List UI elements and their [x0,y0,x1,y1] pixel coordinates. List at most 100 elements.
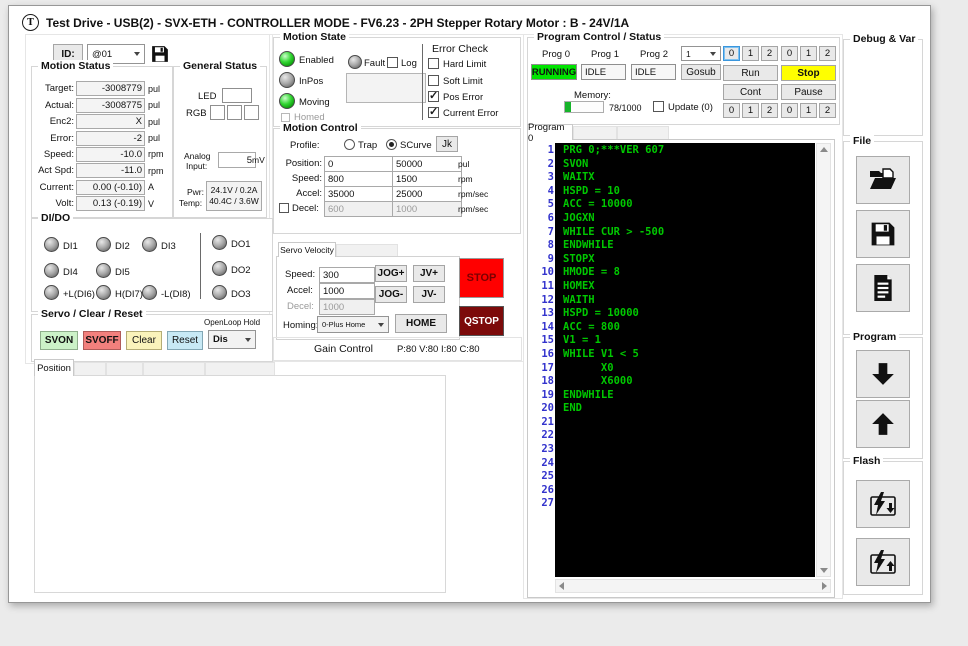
code-line[interactable]: 15V1 = 1 [529,334,817,348]
speed-field-1[interactable]: 800 [324,171,394,187]
tab-blank-1[interactable] [74,362,106,376]
svoff-button[interactable]: SVOFF [83,331,121,350]
motion-status-row-value[interactable]: 0.00 (-0.10) [76,180,145,195]
code-line[interactable]: 23 [529,443,817,457]
code-line[interactable]: 1PRG 0;***VER 607 [529,144,817,158]
accel-field-2[interactable]: 25000 [392,186,462,202]
soft-limit-checkbox[interactable] [428,75,439,86]
code-line[interactable]: 19ENDWHILE [529,389,817,403]
run-button[interactable]: Run [723,65,778,81]
file-open-button[interactable] [856,156,910,204]
pause-button[interactable]: Pause [781,84,836,100]
decel-field-2[interactable]: 1000 [392,201,462,217]
homing-select[interactable]: 0-Plus Home [317,316,389,333]
tab-program-blank-2[interactable] [617,126,669,140]
position-field-2[interactable]: 50000 [392,156,462,172]
code-line[interactable]: 17 X0 [529,362,817,376]
stop-digit-0[interactable]: 0 [781,46,798,61]
cont-digit-0[interactable]: 0 [723,103,740,118]
code-line[interactable]: 11HOMEX [529,280,817,294]
code-line[interactable]: 8ENDWHILE [529,239,817,253]
position-field-1[interactable]: 0 [324,156,394,172]
code-line[interactable]: 18 X6000 [529,375,817,389]
gosub-button[interactable]: Gosub [681,64,721,80]
code-line[interactable]: 3WAITX [529,171,817,185]
clear-button[interactable]: Clear [126,331,162,350]
homed-checkbox[interactable] [281,113,290,122]
vertical-scrollbar[interactable] [816,143,831,577]
code-line[interactable]: 24 [529,457,817,471]
pos-error-checkbox[interactable] [428,91,439,102]
program-download-button[interactable] [856,350,910,398]
do3-led[interactable] [212,285,227,300]
motion-status-row-value[interactable]: -11.0 [76,163,145,178]
cont-digit-1[interactable]: 1 [742,103,759,118]
pause-digit-1[interactable]: 1 [800,103,817,118]
motion-status-row-value[interactable]: X [76,114,145,129]
decel-checkbox[interactable] [279,203,289,213]
stop-button[interactable]: STOP [459,258,504,298]
motion-status-row-value[interactable]: -10.0 [76,147,145,162]
stop-digit-1[interactable]: 1 [800,46,817,61]
file-save-button[interactable] [856,210,910,258]
code-line[interactable]: 13HSPD = 10000 [529,307,817,321]
flash-write-button[interactable] [856,480,910,528]
qstop-button[interactable]: QSTOP [459,306,504,336]
scroll-up-icon[interactable] [820,147,828,152]
tab-program-0[interactable]: Program 0 [527,124,573,140]
update-checkbox[interactable] [653,101,664,112]
motion-status-row-value[interactable]: 0.13 (-0.19) [76,196,145,211]
motion-status-row-value[interactable]: -3008775 [76,98,145,113]
code-line[interactable]: 4HSPD = 10 [529,185,817,199]
gosub-select[interactable]: 1 [681,46,721,61]
jog-plus-button[interactable]: JOG+ [375,265,407,282]
code-line[interactable]: 22 [529,429,817,443]
jk-button[interactable]: Jk [436,136,458,152]
home-button[interactable]: HOME [395,314,447,333]
program-upload-button[interactable] [856,400,910,448]
decel-field-1[interactable]: 600 [324,201,394,217]
code-line[interactable]: 10HMODE = 8 [529,266,817,280]
code-line[interactable]: 16WHILE V1 < 5 [529,348,817,362]
code-line[interactable]: 6JOGXN [529,212,817,226]
log-checkbox[interactable] [387,57,398,68]
scroll-left-icon[interactable] [559,582,564,590]
pause-digit-2[interactable]: 2 [819,103,836,118]
code-line[interactable]: 7WHILE CUR > -500 [529,226,817,240]
sv-decel-field[interactable]: 1000 [319,299,375,315]
cont-button[interactable]: Cont [723,84,778,100]
program-editor[interactable]: 1PRG 0;***VER 607 2SVON 3WAITX 4HSPD = 1… [527,139,835,598]
run-digit-0[interactable]: 0 [723,46,740,61]
pause-digit-0[interactable]: 0 [781,103,798,118]
code-line[interactable]: 5ACC = 10000 [529,198,817,212]
cont-digit-2[interactable]: 2 [761,103,778,118]
code-line[interactable]: 2SVON [529,158,817,172]
file-new-button[interactable] [856,264,910,312]
do1-led[interactable] [212,235,227,250]
reset-button[interactable]: Reset [167,331,203,350]
code-line[interactable]: 21 [529,416,817,430]
flash-read-button[interactable] [856,538,910,586]
code-line[interactable]: 26 [529,484,817,498]
tab-blank-3[interactable] [143,362,205,376]
save-id-button[interactable] [151,45,169,63]
stop-program-button[interactable]: Stop [781,65,836,81]
motion-status-row-value[interactable]: -3008779 [76,81,145,96]
stop-digit-2[interactable]: 2 [819,46,836,61]
code-line[interactable]: 20END [529,402,817,416]
current-error-checkbox[interactable] [428,107,439,118]
jv-plus-button[interactable]: JV+ [413,265,445,282]
jog-minus-button[interactable]: JOG- [375,286,407,303]
sv-accel-field[interactable]: 1000 [319,283,375,299]
do2-led[interactable] [212,261,227,276]
run-digit-2[interactable]: 2 [761,46,778,61]
run-digit-1[interactable]: 1 [742,46,759,61]
tab-program-blank-1[interactable] [573,126,617,140]
code-line[interactable]: 9STOPX [529,253,817,267]
motion-status-row-value[interactable]: -2 [76,131,145,146]
tab-blank-4[interactable] [205,362,275,376]
code-lines[interactable]: 1PRG 0;***VER 607 2SVON 3WAITX 4HSPD = 1… [529,144,817,511]
openloop-select[interactable]: Dis [208,330,256,349]
svon-button[interactable]: SVON [40,331,78,350]
code-line[interactable]: 25 [529,470,817,484]
